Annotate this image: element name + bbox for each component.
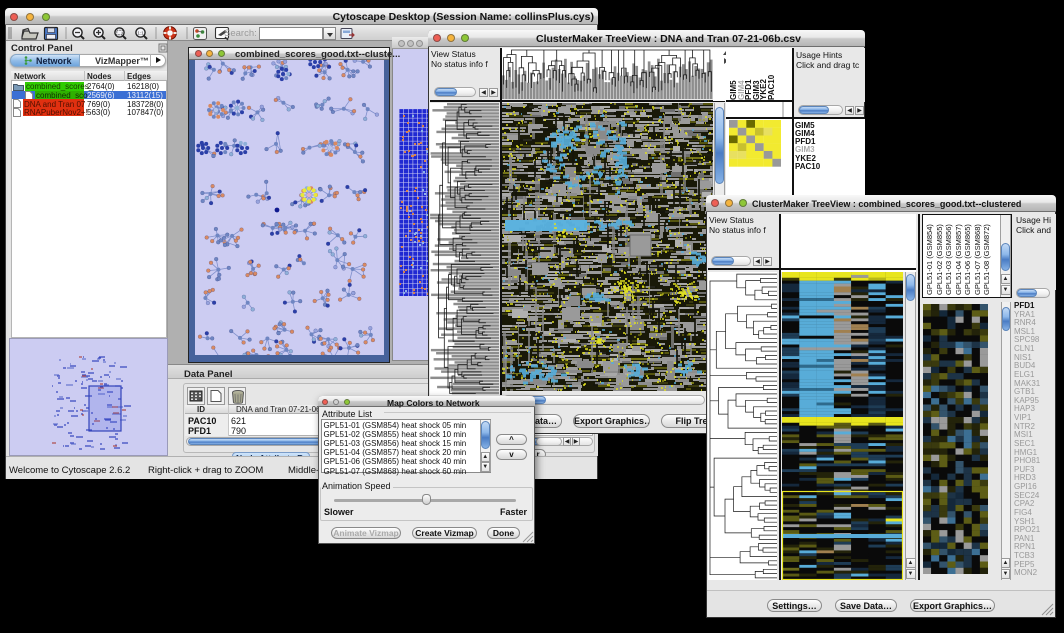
- svg-text:1:1: 1:1: [137, 31, 144, 36]
